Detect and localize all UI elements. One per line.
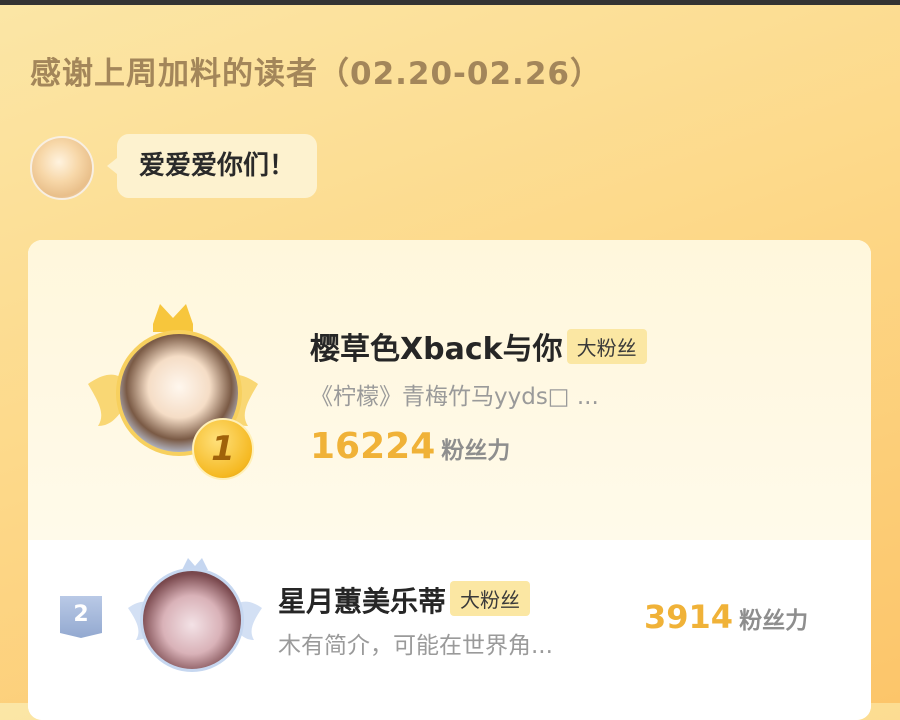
fan-power-value: 16224 bbox=[310, 426, 436, 467]
second-place-name-row: 星月蕙美乐蒂 大粉丝 bbox=[278, 580, 531, 620]
page-title: 感谢上周加料的读者（02.20-02.26） bbox=[30, 56, 602, 92]
first-place-bio: 《柠檬》青梅竹马yyds□ ... bbox=[310, 384, 599, 410]
second-place-avatar[interactable] bbox=[140, 568, 244, 672]
second-place-score: 3914 粉丝力 bbox=[644, 598, 808, 636]
fan-power-unit: 粉丝力 bbox=[739, 608, 809, 634]
fan-power-unit: 粉丝力 bbox=[441, 438, 511, 464]
second-place-bio: 木有简介，可能在世界角... bbox=[278, 633, 553, 659]
author-message-bubble: 爱爱爱你们！ bbox=[106, 134, 318, 198]
second-place-name[interactable]: 星月蕙美乐蒂 bbox=[278, 585, 446, 618]
author-avatar[interactable] bbox=[30, 136, 94, 200]
top-border bbox=[0, 0, 900, 5]
first-place-name[interactable]: 樱草色Xback与你 bbox=[310, 332, 563, 367]
ranking-card: 1 樱草色Xback与你 大粉丝 《柠檬》青梅竹马yyds□ ... 16224 粉… bbox=[28, 240, 871, 720]
fan-level-badge: 大粉丝 bbox=[450, 581, 531, 616]
first-place-name-row: 樱草色Xback与你 大粉丝 bbox=[310, 324, 647, 368]
first-place-score: 16224 粉丝力 bbox=[310, 426, 510, 467]
rank-one-medal: 1 bbox=[192, 418, 254, 480]
fan-power-value: 3914 bbox=[644, 598, 734, 636]
fan-level-badge: 大粉丝 bbox=[566, 329, 647, 364]
rank-two-badge: 2 bbox=[60, 596, 102, 638]
